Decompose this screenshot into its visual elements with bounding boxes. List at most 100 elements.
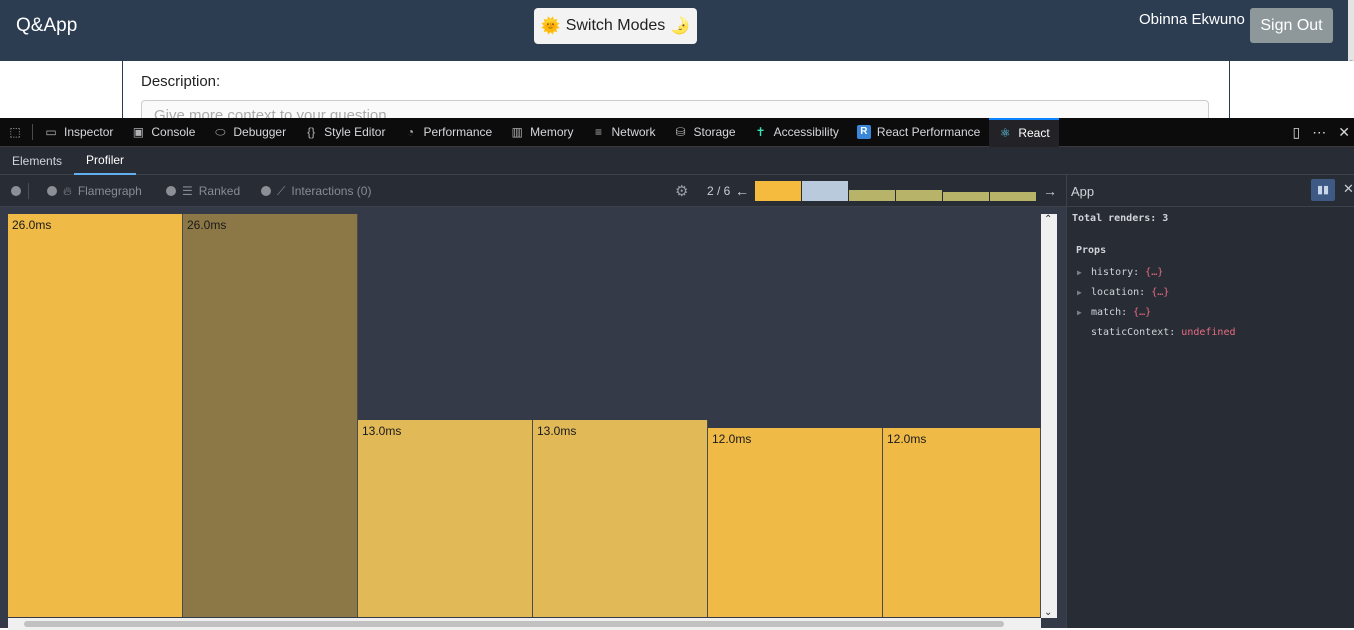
tab-react[interactable]: ⚛ React [989, 117, 1059, 147]
prop-match[interactable]: ▶ match: {…} [1077, 305, 1151, 319]
flamegraph-bar[interactable]: 12.0ms [708, 428, 883, 617]
component-name: App [1071, 184, 1095, 199]
flamegraph-bar[interactable]: 13.0ms [358, 420, 533, 617]
prop-key: staticContext: [1091, 326, 1176, 338]
devtools-panel: ⬚ ▭ Inspector ▣ Console ⬭ Debugger {} Style … [0, 117, 1354, 630]
tab-inspector[interactable]: ▭ Inspector [35, 118, 122, 147]
tab-profiler[interactable]: Profiler [74, 147, 137, 175]
prop-location[interactable]: ▶ location: {…} [1077, 285, 1169, 299]
expand-arrow-icon[interactable]: ▶ [1077, 308, 1085, 317]
tab-label: Inspector [64, 125, 114, 139]
prop-history[interactable]: ▶ history: {…} [1077, 265, 1163, 279]
flamegraph-bar[interactable]: 13.0ms [533, 420, 708, 617]
more-options-icon[interactable]: ⋯ [1312, 124, 1326, 141]
expand-arrow-icon[interactable]: ▶ [1077, 288, 1085, 297]
commit-bar[interactable] [755, 181, 801, 201]
braces-icon: {} [307, 125, 316, 139]
toolbar-divider [28, 175, 29, 207]
sign-out-button[interactable]: Sign Out [1250, 8, 1333, 43]
network-icon: ≡ [595, 125, 603, 139]
commit-bar[interactable] [990, 192, 1036, 201]
mode-label: Interactions (0) [291, 184, 372, 198]
toolbar-divider [32, 124, 33, 140]
switch-modes-button[interactable]: 🌞 Switch Modes 🌛 [534, 8, 697, 44]
tab-debugger[interactable]: ⬭ Debugger [204, 118, 295, 147]
tab-memory[interactable]: ▥ Memory [501, 118, 582, 147]
mode-label: Flamegraph [77, 184, 142, 198]
flamegraph-vertical-scrollbar[interactable]: ⌃ ⌄ [1041, 214, 1057, 618]
commit-counter: 2 / 6 [707, 184, 731, 198]
scrollbar-thumb[interactable] [24, 621, 1004, 627]
mode-interactions[interactable]: ⟋ Interactions (0) [261, 175, 371, 207]
flamegraph-bar-label: 26.0ms [12, 218, 52, 232]
commit-bar[interactable] [849, 190, 895, 201]
memory-icon: ▥ [511, 125, 523, 139]
record-button[interactable] [11, 175, 21, 207]
prop-value: {…} [1151, 286, 1170, 298]
tab-react-performance[interactable]: R React Performance [848, 118, 989, 147]
prop-key: match: [1091, 306, 1128, 318]
tab-console[interactable]: ▣ Console [122, 118, 204, 147]
element-picker-button[interactable]: ⬚ [0, 118, 30, 147]
flame-icon: 🔥︎ [63, 183, 72, 198]
dock-side-icon[interactable]: ▯ [1293, 124, 1301, 141]
prop-key: location: [1091, 286, 1146, 298]
flamegraph-horizontal-scrollbar[interactable] [8, 618, 1041, 630]
page-content: Description: Give more context to your q… [0, 61, 1354, 130]
flamegraph-bar[interactable]: 12.0ms [883, 428, 1041, 617]
commit-bar[interactable] [896, 190, 942, 201]
total-renders: Total renders: 3 [1072, 213, 1169, 224]
moon-icon: 🌛 [670, 18, 691, 35]
tab-elements[interactable]: Elements [0, 147, 74, 175]
scroll-up-icon[interactable]: ⌃ [1044, 214, 1052, 225]
prop-static-context: staticContext: undefined [1077, 325, 1235, 339]
tab-performance[interactable]: ◔ Performance [394, 118, 501, 147]
flamegraph-bar-label: 26.0ms [187, 218, 227, 232]
mode-label: Ranked [198, 184, 241, 198]
user-name: Obinna Ekwuno [1139, 11, 1245, 28]
mode-flamegraph[interactable]: 🔥︎ Flamegraph [47, 175, 142, 207]
prop-key: history: [1091, 266, 1140, 278]
tab-label: Accessibility [773, 125, 839, 139]
flamegraph-bar[interactable]: 26.0ms [8, 214, 183, 617]
tab-accessibility[interactable]: ✝ Accessibility [745, 118, 848, 147]
flamegraph-bar-label: 13.0ms [362, 424, 402, 438]
tab-label: Performance [423, 125, 493, 139]
scroll-down-icon[interactable]: ⌄ [1044, 607, 1052, 618]
tab-label: Console [151, 125, 196, 139]
radio-icon [261, 186, 271, 196]
inspector-icon: ▭ [45, 125, 57, 139]
profiler-toolbar: 🔥︎ Flamegraph ☰ Ranked ⟋ Interactions (0) ⚙… [0, 175, 1066, 207]
app-title[interactable]: Q&App [16, 15, 77, 37]
tab-storage[interactable]: ⛁ Storage [665, 118, 745, 147]
settings-gear-icon[interactable]: ⚙ [675, 175, 688, 207]
flamegraph-bar-label: 12.0ms [887, 432, 927, 446]
record-icon [11, 186, 21, 196]
tab-label: Network [611, 125, 656, 139]
storage-icon: ⛁ [675, 125, 686, 139]
flamegraph-bar-label: 12.0ms [712, 432, 752, 446]
debugger-icon: ⬭ [215, 124, 226, 139]
prev-commit-arrow-icon[interactable]: ← [735, 175, 749, 207]
tab-style-editor[interactable]: {} Style Editor [295, 118, 394, 147]
description-label: Description: [141, 73, 221, 90]
commit-bar[interactable] [802, 181, 848, 201]
flamegraph-bar[interactable]: 26.0ms [183, 214, 358, 617]
close-icon[interactable]: ✕ [1338, 124, 1350, 141]
tab-label: React Performance [876, 125, 981, 139]
react-devtools-tabs: Elements Profiler [0, 147, 1354, 175]
tab-label: React [1018, 126, 1050, 140]
gauge-icon: ◔ [406, 125, 415, 139]
sidebar-header: App ▮▮ ✕ [1067, 175, 1354, 207]
react-performance-icon: R [856, 125, 871, 139]
commit-bar[interactable] [943, 192, 989, 201]
flamegraph-bar-label: 13.0ms [537, 424, 577, 438]
tab-network[interactable]: ≡ Network [583, 118, 665, 147]
props-heading: Props [1076, 245, 1107, 256]
mode-ranked[interactable]: ☰ Ranked [166, 175, 240, 207]
switch-modes-label: Switch Modes [565, 17, 666, 34]
close-sidebar-icon[interactable]: ✕ [1343, 181, 1354, 197]
next-commit-arrow-icon[interactable]: → [1043, 175, 1057, 207]
expand-arrow-icon[interactable]: ▶ [1077, 268, 1085, 277]
bar-chart-icon[interactable]: ▮▮ [1311, 179, 1335, 201]
